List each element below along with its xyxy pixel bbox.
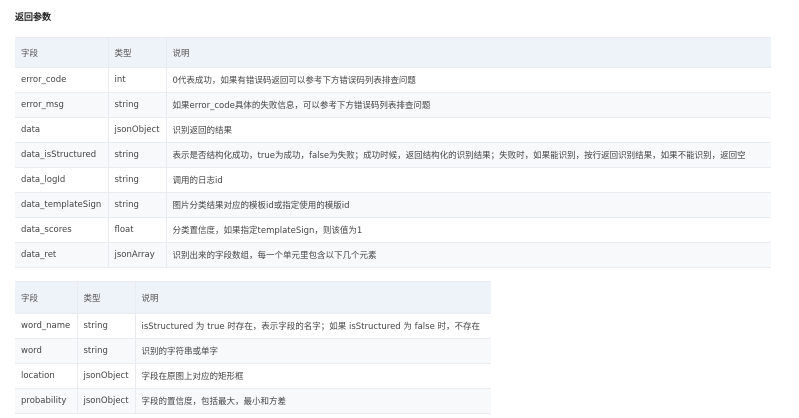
type-cell: jsonArray <box>107 242 166 268</box>
field-cell: data <box>15 117 108 143</box>
table-row: data_isStructured string 表示是否结构化成功，true为… <box>15 142 771 168</box>
table-header-row: 字段 类型 说明 <box>15 281 491 314</box>
type-cell: string <box>107 92 166 118</box>
field-cell: probability <box>15 388 77 414</box>
type-cell: string <box>107 142 166 168</box>
description-cell: 识别的字符串或单字 <box>134 338 491 364</box>
table-row: word string 识别的字符串或单字 <box>15 338 491 364</box>
field-cell: word_name <box>15 313 77 339</box>
description-cell: 识别返回的结果 <box>165 117 771 143</box>
table-row: location jsonObject 字段在原图上对应的矩形框 <box>15 363 491 389</box>
table-row: error_msg string 如果error_code具体的失败信息，可以参… <box>15 92 771 118</box>
field-cell: data_templateSign <box>15 192 108 218</box>
header-description: 说明 <box>165 37 771 68</box>
field-cell: error_msg <box>15 92 108 118</box>
header-type: 类型 <box>76 281 135 314</box>
field-cell: data_ret <box>15 242 108 268</box>
type-cell: int <box>107 67 166 93</box>
type-cell: jsonObject <box>107 117 166 143</box>
type-cell: string <box>107 167 166 193</box>
field-cell: data_logId <box>15 167 108 193</box>
table-row: probability jsonObject 字段的置信度，包括最大，最小和方差 <box>15 388 491 414</box>
field-cell: location <box>15 363 77 389</box>
field-cell: error_code <box>15 67 108 93</box>
table-row: data_logId string 调用的日志id <box>15 167 771 193</box>
description-cell: 0代表成功，如果有错误码返回可以参考下方错误码列表排查问题 <box>165 67 771 93</box>
table-header-row: 字段 类型 说明 <box>15 37 771 68</box>
table-row: error_code int 0代表成功，如果有错误码返回可以参考下方错误码列表… <box>15 67 771 93</box>
description-cell: 分类置信度，如果指定templateSign，则该值为1 <box>165 217 771 243</box>
table-row: data_templateSign string 图片分类结果对应的模板id或指… <box>15 192 771 218</box>
description-cell: 字段在原图上对应的矩形框 <box>134 363 491 389</box>
type-cell: string <box>107 192 166 218</box>
description-cell: 调用的日志id <box>165 167 771 193</box>
table-row: word_name string isStructured 为 true 时存在… <box>15 313 491 339</box>
description-cell: 图片分类结果对应的模板id或指定使用的模版id <box>165 192 771 218</box>
header-field: 字段 <box>15 37 108 68</box>
header-description: 说明 <box>134 281 491 314</box>
type-cell: string <box>76 338 135 364</box>
type-cell: jsonObject <box>76 388 135 414</box>
table-row: data jsonObject 识别返回的结果 <box>15 117 771 143</box>
field-cell: word <box>15 338 77 364</box>
ret-fields-table: 字段 类型 说明 word_name string isStructured 为… <box>15 281 491 414</box>
table-row: data_ret jsonArray 识别出来的字段数组，每一个单元里包含以下几… <box>15 242 771 268</box>
section-title: 返回参数 <box>15 13 52 23</box>
description-cell: 字段的置信度，包括最大，最小和方差 <box>134 388 491 414</box>
field-cell: data_scores <box>15 217 108 243</box>
description-cell: 表示是否结构化成功，true为成功，false为失败；成功时候，返回结构化的识别… <box>165 142 771 168</box>
description-cell: isStructured 为 true 时存在，表示字段的名字；如果 isStr… <box>134 313 491 339</box>
description-cell: 识别出来的字段数组，每一个单元里包含以下几个元素 <box>165 242 771 268</box>
type-cell: string <box>76 313 135 339</box>
type-cell: float <box>107 217 166 243</box>
description-cell: 如果error_code具体的失败信息，可以参考下方错误码列表排查问题 <box>165 92 771 118</box>
table-row: data_scores float 分类置信度，如果指定templateSign… <box>15 217 771 243</box>
header-field: 字段 <box>15 281 77 314</box>
header-type: 类型 <box>107 37 166 68</box>
type-cell: jsonObject <box>76 363 135 389</box>
field-cell: data_isStructured <box>15 142 108 168</box>
response-params-table: 字段 类型 说明 error_code int 0代表成功，如果有错误码返回可以… <box>15 37 771 268</box>
